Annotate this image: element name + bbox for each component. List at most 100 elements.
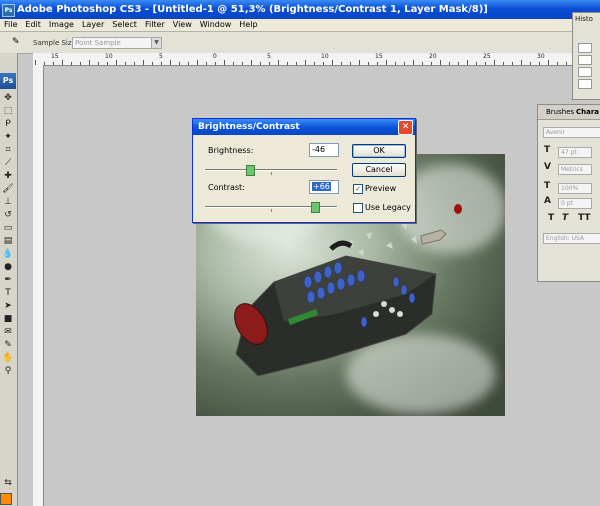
dodge-tool-icon[interactable]: ● <box>1 262 15 273</box>
language-select[interactable]: English: USA <box>543 233 600 244</box>
history-brush-icon[interactable]: ↺ <box>1 210 15 221</box>
ruler-tick <box>539 62 540 65</box>
ruler-tick <box>476 62 477 65</box>
ruler-tick <box>503 62 504 65</box>
move-tool-icon[interactable]: ✥ <box>1 93 15 104</box>
crop-tool-icon[interactable]: ⌗ <box>1 145 15 156</box>
panel-tabs: Brushes Chara <box>538 105 600 120</box>
ruler-tick <box>440 60 441 65</box>
ruler-tick <box>269 62 270 65</box>
foreground-color-swatch[interactable] <box>0 493 12 505</box>
font-size-field[interactable]: 47 pt <box>558 147 592 158</box>
menu-image[interactable]: Image <box>45 19 78 31</box>
bullet <box>420 229 447 245</box>
ruler-tick <box>62 60 63 65</box>
healing-brush-icon[interactable]: ✚ <box>1 171 15 182</box>
ruler-tick <box>458 62 459 65</box>
ruler-tick <box>206 62 207 65</box>
sample-size-select[interactable]: Point Sample ▼ <box>72 37 162 49</box>
marquee-tool-icon[interactable]: ⬚ <box>1 106 15 117</box>
tab-history[interactable]: Histo <box>575 15 593 23</box>
hand-tool-icon[interactable]: ✋ <box>1 353 15 364</box>
contrast-input[interactable]: +66 <box>309 180 339 194</box>
ruler-tick <box>170 60 171 65</box>
ruler-label: 25 <box>483 53 491 60</box>
ruler-tick <box>368 62 369 65</box>
menu-view[interactable]: View <box>169 19 196 31</box>
brightness-slider-tick <box>271 172 272 175</box>
faux-bold-icon[interactable]: T <box>548 213 554 223</box>
ruler-tick <box>350 62 351 65</box>
lasso-tool-icon[interactable]: ᑭ <box>1 119 15 130</box>
ruler-tick <box>521 60 522 65</box>
zoom-tool-icon[interactable]: ⚲ <box>1 366 15 377</box>
font-size-icon: T <box>544 145 551 155</box>
ruler-label: 15 <box>375 53 383 60</box>
magic-wand-icon[interactable]: ✦ <box>1 132 15 143</box>
preview-label: Preview <box>365 184 397 193</box>
ruler-tick <box>296 62 297 65</box>
ruler-tick <box>314 62 315 65</box>
ruler-left <box>33 65 44 506</box>
menu-select[interactable]: Select <box>108 19 141 31</box>
ruler-tick <box>224 60 225 65</box>
tools-panel: Ps ✥ ⬚ ᑭ ✦ ⌗ ⟋ ✚ 🖌 ⊥ ↺ ▭ ▤ 💧 ● ✒ T ➤ ■ ✉… <box>0 53 18 506</box>
blur-tool-icon[interactable]: 💧 <box>1 249 15 260</box>
ruler-tick <box>359 60 360 65</box>
eraser-tool-icon[interactable]: ▭ <box>1 223 15 234</box>
close-icon[interactable]: ✕ <box>398 120 413 135</box>
brightness-slider-track[interactable] <box>205 169 337 171</box>
pen-tool-icon[interactable]: ✒ <box>1 275 15 286</box>
kerning-field[interactable]: Metrics <box>558 164 592 175</box>
ruler-label: 30 <box>537 53 545 60</box>
menu-filter[interactable]: Filter <box>141 19 169 31</box>
tab-character[interactable]: Chara <box>576 108 599 116</box>
menu-window[interactable]: Window <box>196 19 236 31</box>
vertical-scale-field[interactable]: 100% <box>558 183 592 194</box>
gradient-tool-icon[interactable]: ▤ <box>1 236 15 247</box>
brightness-slider-thumb[interactable] <box>246 165 255 176</box>
ruler-tick <box>413 60 414 65</box>
history-row[interactable] <box>578 79 592 89</box>
eyedropper-icon[interactable]: ✎ <box>12 37 24 48</box>
font-family-select[interactable]: Avenir <box>543 127 600 138</box>
ok-button[interactable]: OK <box>352 144 406 158</box>
debris-fragment <box>329 240 353 251</box>
ruler-tick <box>80 62 81 65</box>
menu-file[interactable]: File <box>0 19 21 31</box>
contrast-slider-thumb[interactable] <box>311 202 320 213</box>
tab-brushes[interactable]: Brushes <box>546 108 574 116</box>
ruler-label: 15 <box>51 53 59 60</box>
title-bar: Ps Adobe Photoshop CS3 - [Untitled-1 @ 5… <box>0 0 600 19</box>
path-select-icon[interactable]: ➤ <box>1 301 15 312</box>
all-caps-icon[interactable]: TT <box>578 213 591 223</box>
type-tool-icon[interactable]: T <box>1 288 15 299</box>
use-legacy-label: Use Legacy <box>365 203 411 212</box>
ruler-tick <box>332 60 333 65</box>
eyedropper-tool-icon[interactable]: ✎ <box>1 340 15 351</box>
shape-tool-icon[interactable]: ■ <box>1 314 15 325</box>
swap-colors-icon[interactable]: ⇆ <box>1 478 15 489</box>
character-panel: Brushes Chara Avenir T 47 pt V Metrics T… <box>537 104 600 282</box>
brightness-input[interactable]: -46 <box>309 143 339 157</box>
faux-italic-icon[interactable]: T <box>562 213 568 223</box>
menu-bar: File Edit Image Layer Select Filter View Window… <box>0 19 600 32</box>
preview-checkbox[interactable]: ✓ <box>353 184 363 194</box>
use-legacy-checkbox[interactable] <box>353 203 363 213</box>
history-row[interactable] <box>578 43 592 53</box>
baseline-shift-field[interactable]: 0 pt <box>558 198 592 209</box>
cancel-button[interactable]: Cancel <box>352 163 406 177</box>
history-row[interactable] <box>578 67 592 77</box>
stamp-tool-icon[interactable]: ⊥ <box>1 197 15 208</box>
menu-help[interactable]: Help <box>235 19 261 31</box>
notes-tool-icon[interactable]: ✉ <box>1 327 15 338</box>
history-row[interactable] <box>578 55 592 65</box>
brightness-label: Brightness: <box>208 146 254 155</box>
window-title: Adobe Photoshop CS3 - [Untitled-1 @ 51,3… <box>17 4 488 15</box>
menu-edit[interactable]: Edit <box>21 19 45 31</box>
menu-layer[interactable]: Layer <box>78 19 108 31</box>
slice-tool-icon[interactable]: ⟋ <box>1 158 15 169</box>
baseline-shift-icon: A <box>544 196 551 206</box>
ruler-tick <box>341 62 342 65</box>
brush-tool-icon[interactable]: 🖌 <box>1 184 15 195</box>
